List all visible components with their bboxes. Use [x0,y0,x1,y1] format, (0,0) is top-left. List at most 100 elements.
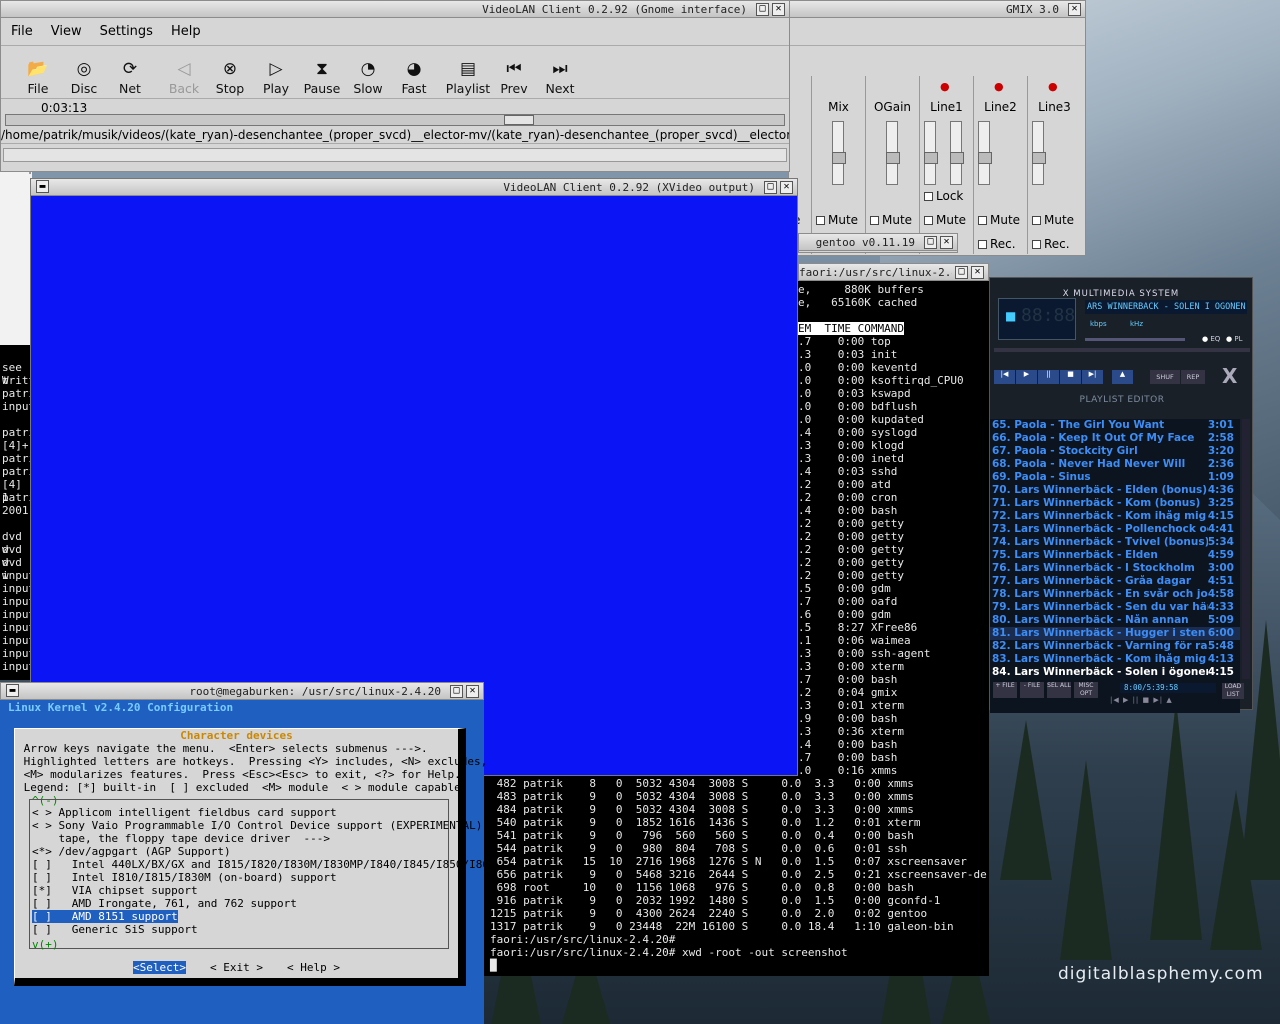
playlist--filebutton[interactable]: + FILE [993,682,1017,698]
file-button[interactable]: 📂 File [15,57,61,96]
slow-button[interactable]: ◔ Slow [345,57,391,96]
record-icon[interactable]: ● [940,80,950,93]
stop-icon[interactable]: ■ [1060,370,1081,384]
config-option[interactable]: <*> /dev/agpgart (AGP Support) [32,845,489,858]
volume-fader[interactable] [950,121,964,185]
back-button[interactable]: ◁ Back [161,57,207,96]
menu-icon[interactable]: ▬ [36,180,49,193]
terminal-titlebar[interactable]: faori:/usr/src/linux-2.4.20 □ ✕ [799,264,988,280]
config-option[interactable]: < > Sony Vaio Programmable I/O Control D… [32,819,489,832]
gmix-titlebar[interactable]: GMIX 3.0 ✕ [789,1,1085,18]
seek-slider[interactable] [5,114,785,126]
volume-fader[interactable] [832,121,846,185]
vlc-titlebar[interactable]: VideoLAN Client 0.2.92 (Gnome interface)… [1,1,789,18]
menu-icon[interactable]: ▬ [6,684,19,697]
maximize-icon[interactable]: □ [764,180,777,194]
eject-icon[interactable]: ▲ [1112,370,1133,384]
mute-checkbox[interactable]: Mute [1032,213,1074,227]
maximize-icon[interactable]: □ [955,265,968,279]
config-option[interactable]: [ ] Generic SiS support [32,923,489,936]
play-icon[interactable]: ▶ [1016,370,1037,384]
kernel-config-terminal[interactable]: Linux Kernel v2.4.20 Configuration Chara… [0,700,489,1024]
config-option[interactable]: [ ] AMD 8151 support [32,910,178,923]
playlist-misc-optbutton[interactable]: MISC OPT [1074,682,1098,698]
config-option[interactable]: < > Applicom intelligent fieldbus card s… [32,806,489,819]
close-icon[interactable]: ✕ [780,180,793,194]
pl-toggle[interactable]: ● PL [1226,335,1242,343]
xmms-window[interactable]: X MULTIMEDIA SYSTEM ■ 88:88 ARS WINNERBA… [989,277,1253,713]
playlist-item[interactable]: 65. Paola - The Girl You Want 3:01 [990,419,1240,432]
volume-fader[interactable] [886,121,900,185]
playlist-item[interactable]: 79. Lars Winnerbäck - Sen du var här 4:33 [990,601,1240,614]
select-button[interactable]: <Select> [133,961,186,974]
playlist-item[interactable]: 66. Paola - Keep It Out Of My Face 2:58 [990,432,1240,445]
next-icon[interactable]: ▶| [1082,370,1103,384]
close-icon[interactable]: ✕ [772,2,785,16]
playlist-item[interactable]: 71. Lars Winnerbäck - Kom (bonus) 3:25 [990,497,1240,510]
rec-checkbox[interactable]: Rec. [1032,237,1070,251]
seek-thumb[interactable] [503,115,534,125]
playlist-item[interactable]: 77. Lars Winnerbäck - Gråa dagar 4:51 [990,575,1240,588]
playlist-item[interactable]: 73. Lars Winnerbäck - Pollenchock och s.… [990,523,1240,536]
playlist-item[interactable]: 75. Lars Winnerbäck - Elden 4:59 [990,549,1240,562]
menu-file[interactable]: File [11,24,33,39]
mini-transport[interactable]: |◀ ▶ || ■ ▶| ▲ [1110,696,1173,704]
playlist-item[interactable]: 84. Lars Winnerbäck - Solen i ögonen 4:15 [990,666,1240,679]
config-option[interactable]: [ ] Intel I810/I815/I830M (on-board) sup… [32,871,489,884]
playlist-sel-allbutton[interactable]: SEL ALL [1047,682,1071,698]
playlist-item[interactable]: 69. Paola - Sinus 1:09 [990,471,1240,484]
close-icon[interactable]: ✕ [466,684,479,698]
pause-button[interactable]: ⧗ Pause [299,57,345,96]
prev-icon[interactable]: |◀ [994,370,1015,384]
maximize-icon[interactable]: □ [450,684,463,698]
close-icon[interactable]: ✕ [971,265,984,279]
mute-checkbox[interactable]: Mute [816,213,858,227]
eq-toggle[interactable]: ● EQ [1202,335,1220,343]
volume-fader[interactable] [978,121,992,185]
play-button[interactable]: ▷ Play [253,57,299,96]
playlist-item[interactable]: 78. Lars Winnerbäck - En svår och jobbig… [990,588,1240,601]
mute-checkbox[interactable]: Mute [870,213,912,227]
volume-fader[interactable] [1032,121,1046,185]
close-icon[interactable]: ✕ [1068,2,1081,16]
config-option[interactable]: [*] VIA chipset support [32,884,489,897]
gentoo-window[interactable]: gentoo v0.11.19 □ ✕ [798,233,958,253]
top-terminal-titlebar-window[interactable]: faori:/usr/src/linux-2.4.20 □ ✕ [798,263,989,281]
pause-icon[interactable]: || [1038,370,1059,384]
config-option[interactable]: [ ] Intel 440LX/BX/GX and I815/I820/I830… [32,858,489,871]
prev-button[interactable]: ⏮ Prev [491,57,537,96]
playlist--filebutton[interactable]: - FILE [1020,682,1044,698]
record-icon[interactable]: ● [1048,80,1058,93]
maximize-icon[interactable]: □ [924,235,937,249]
shuffle-button[interactable]: SHUF [1150,370,1180,384]
gentoo-titlebar[interactable]: gentoo v0.11.19 □ ✕ [799,234,957,251]
kernel-titlebar[interactable]: ▬ root@megaburken: /usr/src/linux-2.4.20… [1,683,483,699]
playlist-item[interactable]: 74. Lars Winnerbäck - Tvivel (bonus) 5:34 [990,536,1240,549]
playlist-item[interactable]: 72. Lars Winnerbäck - Kom ihåg mig (bo..… [990,510,1240,523]
playlist-item[interactable]: 67. Paola - Stockcity Girl 3:20 [990,445,1240,458]
playlist-item[interactable]: 70. Lars Winnerbäck - Elden (bonus) 4:36 [990,484,1240,497]
vlc-window[interactable]: VideoLAN Client 0.2.92 (Gnome interface)… [0,0,790,172]
stop-button[interactable]: ⊗ Stop [207,57,253,96]
record-icon[interactable]: ● [994,80,1004,93]
load-list-button[interactable]: LOAD LIST [1222,683,1244,699]
playlist-button[interactable]: ▤ Playlist [445,57,491,96]
video-titlebar[interactable]: ▬ VideoLAN Client 0.2.92 (XVideo output)… [31,179,797,196]
config-option[interactable]: tape, the floppy tape device driver ---> [32,832,489,845]
playlist-item[interactable]: 76. Lars Winnerbäck - I Stockholm 3:00 [990,562,1240,575]
help-button[interactable]: < Help > [287,961,340,974]
exit-button[interactable]: < Exit > [210,961,263,974]
lock-checkbox[interactable]: Lock [924,189,963,203]
position-slider[interactable] [994,348,1250,352]
config-menu[interactable]: ^(-) < > Applicom intelligent fieldbus c… [29,794,489,951]
config-option[interactable]: [ ] AMD Irongate, 761, and 762 support [32,897,489,910]
net-button[interactable]: ⟳ Net [107,57,153,96]
maximize-icon[interactable]: □ [756,2,769,16]
menu-view[interactable]: View [51,24,82,39]
playlist-item[interactable]: 80. Lars Winnerbäck - Nån annan 5:09 [990,614,1240,627]
kernel-titlebar-window[interactable]: ▬ root@megaburken: /usr/src/linux-2.4.20… [0,682,484,700]
playlist[interactable]: 65. Paola - The Girl You Want 3:01 66. Pao… [990,419,1240,713]
fast-button[interactable]: ◕ Fast [391,57,437,96]
gmix-window[interactable]: GMIX 3.0 ✕ eMixMuteOGainMuteLine1●LockMu… [788,0,1086,256]
mute-checkbox[interactable]: Mute [924,213,966,227]
